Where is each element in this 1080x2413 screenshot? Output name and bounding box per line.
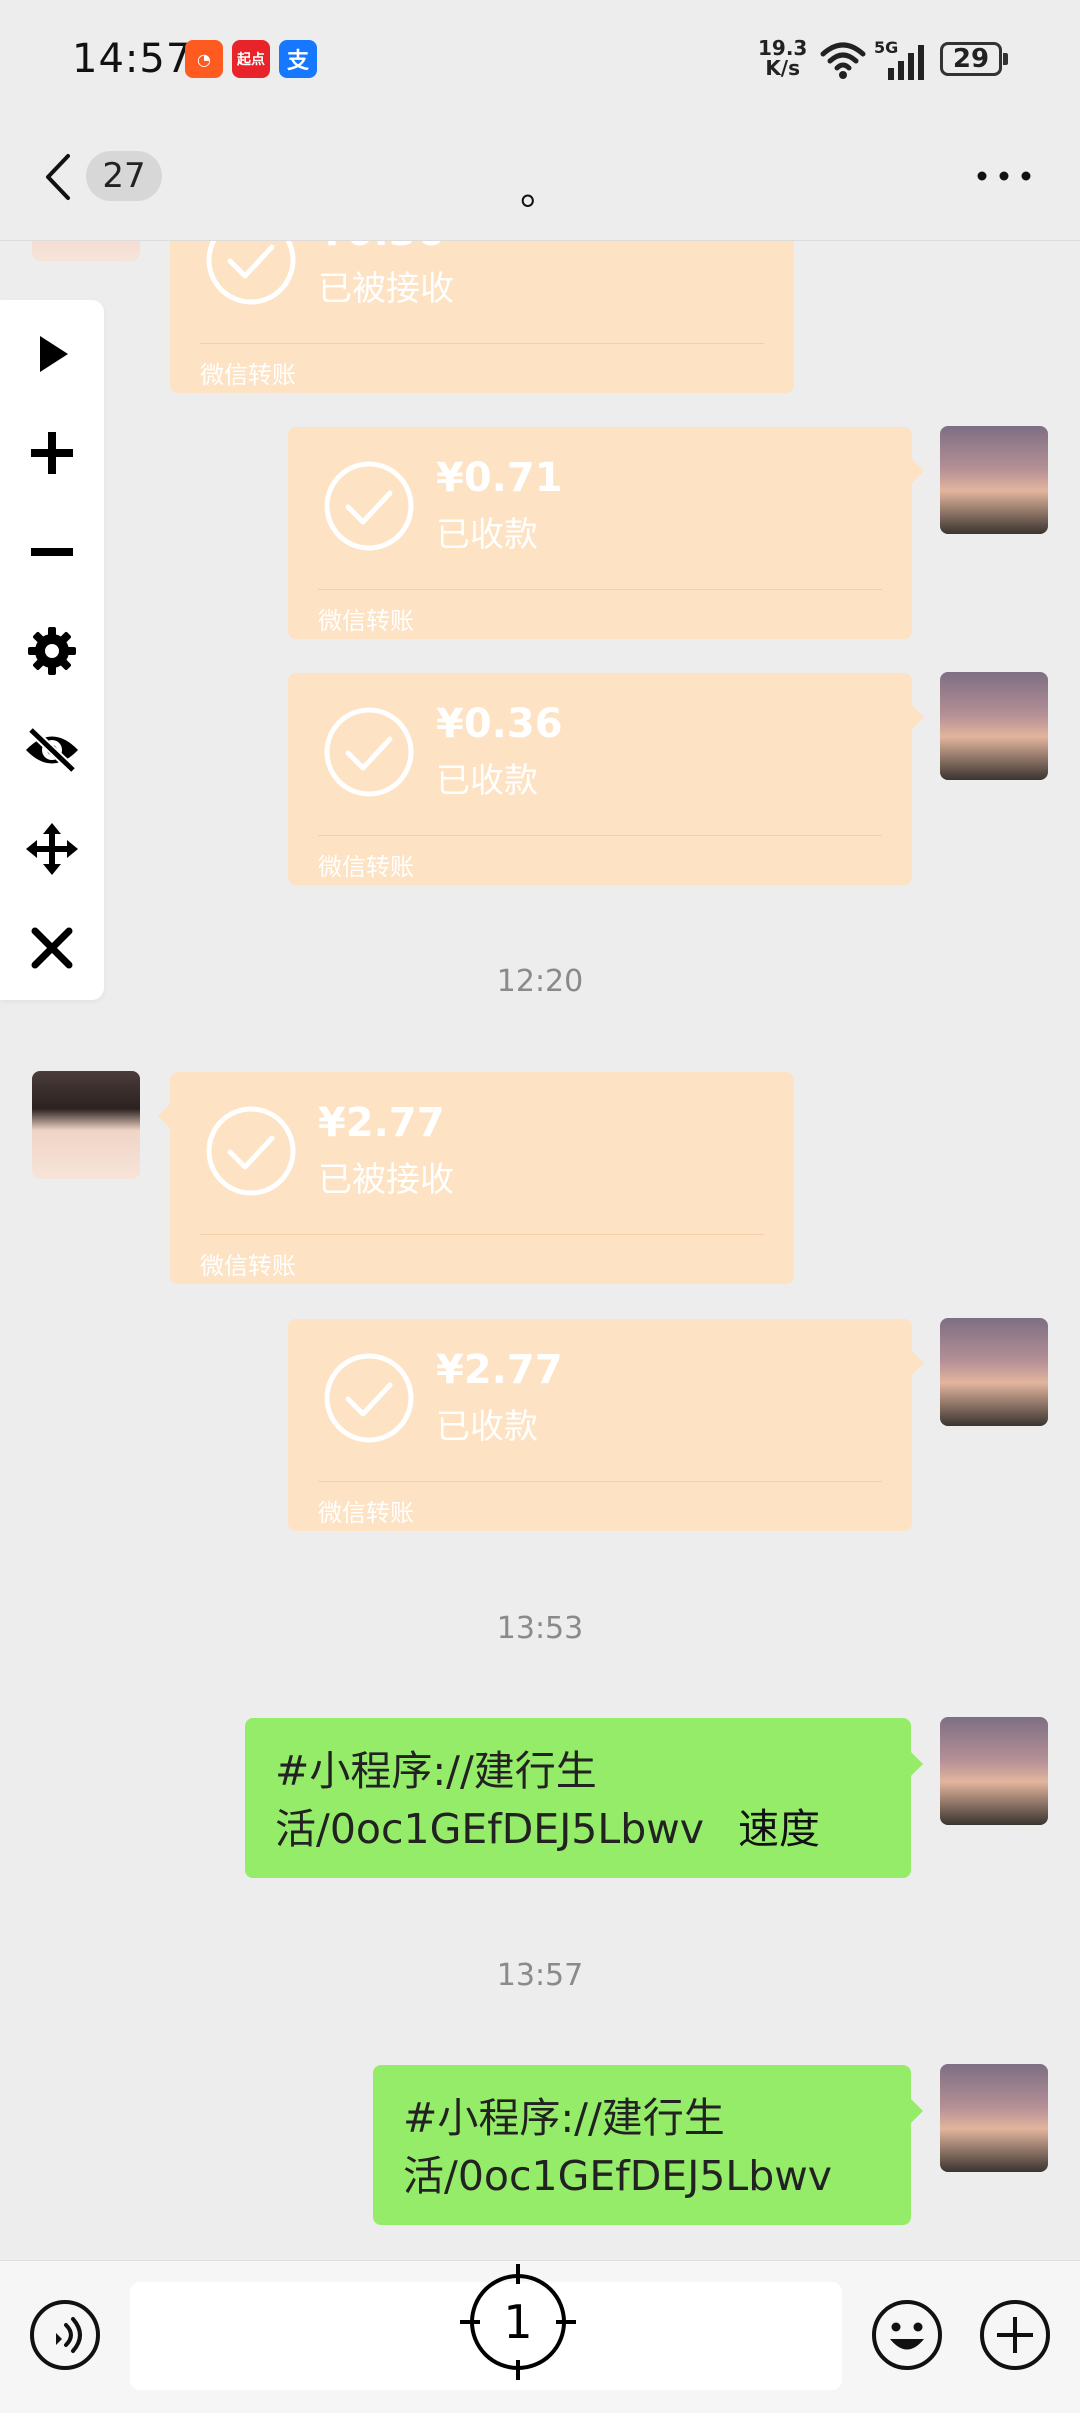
transfer-card[interactable]: ¥2.77 已被接收 微信转账: [158, 1072, 794, 1284]
floating-toolbar: [0, 300, 104, 1000]
text-message[interactable]: #小程序://建行生 活/0oc1GEfDEJ5Lbwv 速度: [245, 1718, 923, 1878]
transfer-footer: 微信转账: [318, 1499, 414, 1527]
transfer-amount: ¥0.36: [318, 241, 445, 255]
self-avatar[interactable]: [940, 426, 1048, 534]
close-icon[interactable]: [22, 918, 82, 978]
crosshair-icon[interactable]: 1: [458, 2262, 578, 2382]
transfer-footer: 微信转账: [200, 361, 296, 389]
kuaishou-app-icon: ◔: [185, 40, 223, 78]
transfer-status: 已收款: [436, 515, 538, 555]
back-icon[interactable]: [40, 152, 76, 202]
check-circle-icon: [206, 241, 296, 305]
contact-avatar[interactable]: [32, 1071, 140, 1179]
divider: [318, 835, 882, 836]
qidian-app-icon: 起点: [232, 40, 270, 78]
transfer-amount: ¥0.71: [436, 455, 563, 501]
transfer-status: 已收款: [436, 761, 538, 801]
check-circle-icon: [206, 1106, 296, 1196]
transfer-footer: 微信转账: [200, 1252, 296, 1280]
message-line: 活/0oc1GEfDEJ5Lbwv: [275, 1805, 705, 1853]
message-timestamp: 13:57: [496, 1958, 584, 1993]
battery-indicator: 29: [940, 42, 1002, 76]
transfer-footer: 微信转账: [318, 607, 414, 635]
more-icon[interactable]: [976, 166, 1032, 186]
crosshair-label: 1: [503, 2295, 532, 2349]
message-line: 活/0oc1GEfDEJ5Lbwv: [403, 2152, 833, 2200]
signal-icon: [888, 45, 924, 80]
battery-nub: [1003, 53, 1008, 65]
transfer-card[interactable]: ¥2.77 已收款 微信转账: [288, 1319, 924, 1531]
gear-icon[interactable]: [22, 621, 82, 681]
chat-title: 。: [520, 168, 560, 214]
wifi-icon: [820, 42, 866, 79]
message-timestamp: 13:53: [496, 1611, 584, 1646]
transfer-amount: ¥2.77: [318, 1100, 445, 1146]
transfer-status: 已被接收: [318, 269, 454, 309]
unread-count-badge[interactable]: 27: [86, 151, 162, 201]
transfer-card[interactable]: ¥0.71 已收款 微信转账: [288, 427, 924, 639]
message-timestamp: 12:20: [496, 964, 584, 999]
plus-icon[interactable]: [22, 423, 82, 483]
transfer-status: 已收款: [436, 1407, 538, 1447]
emoji-icon[interactable]: [870, 2298, 944, 2372]
self-avatar[interactable]: [940, 1318, 1048, 1426]
network-speed: 19.3 K/s: [758, 36, 808, 80]
transfer-status: 已被接收: [318, 1160, 454, 1200]
check-circle-icon: [324, 1353, 414, 1443]
contact-avatar[interactable]: [32, 241, 140, 261]
play-icon[interactable]: [22, 324, 82, 384]
move-icon[interactable]: [22, 819, 82, 879]
alipay-app-icon: 支: [279, 40, 317, 78]
divider: [318, 1481, 882, 1482]
self-avatar[interactable]: [940, 672, 1048, 780]
check-circle-icon: [324, 707, 414, 797]
divider: [318, 589, 882, 590]
add-attachment-icon[interactable]: [978, 2298, 1052, 2372]
text-message[interactable]: #小程序://建行生 活/0oc1GEfDEJ5Lbwv: [373, 2065, 923, 2225]
message-line: #小程序://建行生: [403, 2094, 725, 2142]
chat-area[interactable]: ¥0.36 已被接收 微信转账 ¥0.71 已收款 微信转账 ¥0.36 已收款…: [0, 241, 1080, 2259]
transfer-amount: ¥0.36: [436, 701, 563, 747]
self-avatar[interactable]: [940, 1717, 1048, 1825]
speed-label: 速度: [738, 1805, 821, 1853]
transfer-footer: 微信转账: [318, 853, 414, 881]
eye-off-icon[interactable]: [22, 720, 82, 780]
divider: [200, 343, 764, 344]
status-time: 14:57: [72, 36, 193, 82]
message-line: #小程序://建行生: [275, 1747, 597, 1795]
self-avatar[interactable]: [940, 2064, 1048, 2172]
transfer-card[interactable]: ¥0.36 已被接收 微信转账: [170, 241, 794, 393]
divider: [200, 1234, 764, 1235]
voice-icon[interactable]: [28, 2298, 102, 2372]
transfer-amount: ¥2.77: [436, 1347, 563, 1393]
minus-icon[interactable]: [22, 522, 82, 582]
transfer-card[interactable]: ¥0.36 已收款 微信转账: [288, 673, 924, 885]
check-circle-icon: [324, 461, 414, 551]
